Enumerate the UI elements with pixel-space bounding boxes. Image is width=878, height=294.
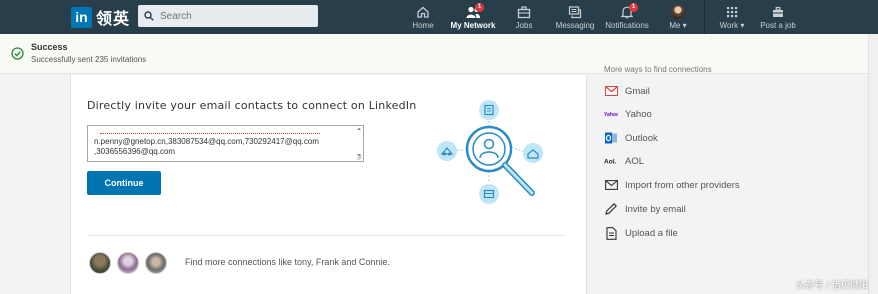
nav-label: Me ▾ [669,21,687,30]
nav-label: Jobs [515,21,533,30]
continue-button[interactable]: Continue [87,171,161,195]
resize-grip-icon[interactable] [356,154,362,160]
nav-label: Post a job [760,21,796,30]
pencil-icon [604,203,618,215]
sidebar-item-label: Outlook [625,132,658,144]
nav-jobs[interactable]: Jobs [513,3,535,33]
sidebar-item-aol[interactable]: Aol. AOL [604,154,644,168]
watermark-text: 头条号 / 借贝微阳 [796,281,868,291]
sidebar-item-label: Upload a file [625,227,678,239]
linkedin-logo-mark: in [71,6,92,28]
logo-chinese-text: 领英 [96,9,131,28]
sidebar-item-label: Import from other providers [625,179,740,191]
email-contacts-textarea[interactable]: n.penny@gnetop.cn,383087534@qq.com,73029… [87,125,364,162]
search-contacts-illustration [437,100,543,204]
notice-title: Success [31,42,68,52]
clipped-text-line [100,130,320,134]
success-notice: Success Successfully sent 235 invitation… [0,34,868,74]
outlook-icon [604,132,618,144]
briefcase-icon [517,6,531,19]
nav-me[interactable]: Me ▾ [666,3,690,33]
email-line: ,3036556396@qq.com [94,147,176,156]
check-circle-icon [11,47,24,60]
nav-post-job[interactable]: Post a job [759,3,797,33]
nav-my-network[interactable]: My Network 1 [450,3,496,33]
notice-message: Successfully sent 235 invitations [31,55,147,64]
grid-icon [727,7,738,18]
nav-label: Home [412,21,434,30]
nav-home[interactable]: Home [410,3,436,33]
top-navbar: in 领英 Home My Network 1 Jobs [0,0,878,34]
sidebar-item-label: Yahoo [625,108,652,120]
sidebar-item-invite-email[interactable]: Invite by email [604,202,686,216]
notification-badge: 1 [629,3,638,12]
notification-badge: 1 [475,3,484,12]
sidebar-item-yahoo[interactable]: Yahoo! Yahoo [604,107,652,121]
search-bar[interactable] [138,5,318,27]
sidebar-item-gmail[interactable]: Gmail [604,84,650,98]
nav-work[interactable]: Work ▾ [718,3,746,33]
avatar[interactable] [145,252,167,274]
nav-label: Notifications [605,21,649,30]
home-icon [417,6,429,18]
svg-text:Aol.: Aol. [604,159,617,165]
search-input[interactable] [160,10,310,22]
sidebar-item-import-other[interactable]: Import from other providers [604,178,740,192]
sidebar-item-upload-file[interactable]: Upload a file [604,226,678,240]
aol-icon: Aol. [604,155,618,167]
email-line: n.penny@gnetop.cn,383087534@qq.com,73029… [94,137,319,146]
sidebar-item-outlook[interactable]: Outlook [604,131,658,145]
search-icon [144,11,154,21]
sidebar-item-label: AOL [625,155,645,167]
yahoo-icon: Yahoo! [604,108,618,120]
messaging-icon [568,6,582,19]
avatar[interactable] [89,252,111,274]
avatar [671,5,685,19]
card-divider [87,235,564,236]
nav-messaging[interactable]: Messaging [555,3,595,33]
nav-notifications[interactable]: Notifications 1 [604,3,650,33]
nav-label: Messaging [555,21,595,30]
sidebar-heading-clipped: More ways to find connections [604,66,712,74]
svg-text:Yahoo!: Yahoo! [604,112,618,117]
nav-label: My Network [450,21,496,30]
gmail-icon [604,85,618,97]
page-scrollbar[interactable] [868,34,878,294]
invite-card: Directly invite your email contacts to c… [70,75,587,294]
sidebar-item-label: Invite by email [625,203,686,215]
envelope-icon [604,179,618,191]
avatar[interactable] [117,252,139,274]
sidebar-item-label: Gmail [625,85,650,97]
find-more-connections-text[interactable]: Find more connections like tony, Frank a… [185,257,390,267]
nav-divider [704,0,705,34]
nav-label: Work ▾ [719,21,745,30]
post-job-icon [773,6,783,17]
invite-heading: Directly invite your email contacts to c… [87,99,417,112]
linkedin-logo[interactable]: in 领英 [71,6,130,28]
file-icon [604,226,618,240]
